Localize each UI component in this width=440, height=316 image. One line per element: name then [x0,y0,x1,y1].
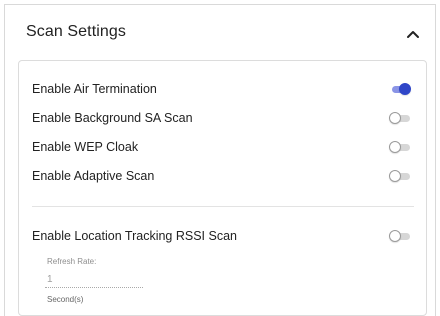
panel-header[interactable]: Scan Settings [5,5,435,59]
location-tracking-rssi-scan-toggle[interactable] [389,230,411,243]
toggle-thumb [389,230,401,242]
location-tracking-rssi-scan-label: Enable Location Tracking RSSI Scan [32,229,237,243]
toggle-thumb [399,83,411,95]
settings-card: Enable Air Termination Enable Background… [18,60,427,316]
adaptive-scan-toggle[interactable] [389,170,411,183]
background-sa-scan-toggle[interactable] [389,112,411,125]
toggle-row-background-sa-scan: Enable Background SA Scan [19,108,426,130]
wep-cloak-toggle[interactable] [389,141,411,154]
toggle-row-location-tracking-rssi-scan: Enable Location Tracking RSSI Scan [19,226,426,248]
toggle-row-air-termination: Enable Air Termination [19,79,426,101]
scan-settings-panel: Scan Settings Enable Air Termination Ena… [4,4,436,316]
toggle-thumb [389,112,401,124]
panel-title: Scan Settings [26,23,127,40]
toggle-row-wep-cloak: Enable WEP Cloak [19,137,426,159]
section-divider [32,206,414,207]
refresh-rate-unit: Second(s) [47,295,84,304]
air-termination-label: Enable Air Termination [32,82,157,96]
adaptive-scan-label: Enable Adaptive Scan [32,169,155,183]
toggle-row-adaptive-scan: Enable Adaptive Scan [19,166,426,188]
background-sa-scan-label: Enable Background SA Scan [32,111,193,125]
refresh-rate-input[interactable] [45,272,143,288]
refresh-rate-label: Refresh Rate: [47,257,97,266]
toggle-thumb [389,141,401,153]
toggle-thumb [389,170,401,182]
wep-cloak-label: Enable WEP Cloak [32,140,139,154]
chevron-up-icon[interactable] [406,29,420,39]
air-termination-toggle[interactable] [389,83,411,96]
